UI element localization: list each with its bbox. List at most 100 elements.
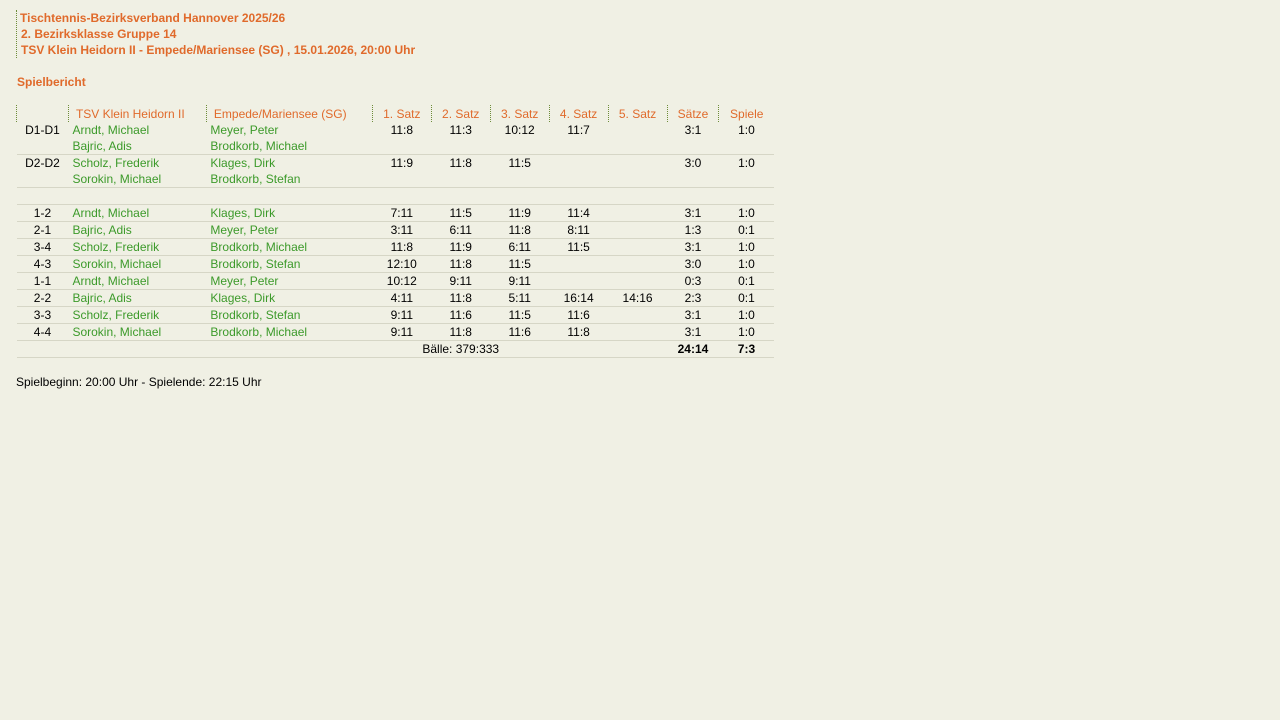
report-title: Spielbericht — [17, 75, 86, 89]
set4-cell: 8:11 — [549, 221, 609, 239]
league-title: 2. Bezirksklasse Gruppe 14 — [21, 27, 177, 41]
set2-cell: 11:3 — [449, 123, 472, 137]
spiele-total: 7:3 — [718, 340, 774, 358]
match-title: TSV Klein Heidorn II - Empede/Mariensee … — [21, 43, 416, 57]
spiele-cell: 1:0 — [718, 255, 774, 273]
guest-player-link[interactable]: Brodkorb, Michael — [206, 323, 373, 341]
home-player-link[interactable]: Scholz, Frederik — [68, 238, 207, 256]
pos-cell: 4-3 — [16, 255, 69, 273]
spiele-cell: 1:0 — [718, 238, 774, 256]
table-row: D2-D2 Scholz, Frederik Klages, Dirk 11:9… — [17, 155, 775, 172]
pos-cell: 4-4 — [16, 323, 69, 341]
home-player-link[interactable]: Sorokin, Michael — [68, 255, 207, 273]
set5-cell — [608, 155, 667, 172]
saetze-cell: 2:3 — [667, 289, 719, 307]
guest-player-link[interactable]: Brodkorb, Michael — [206, 138, 373, 155]
set2-cell: 11:8 — [431, 323, 491, 341]
guest-player-link[interactable]: Brodkorb, Stefan — [206, 255, 373, 273]
set3-cell: 11:6 — [490, 323, 550, 341]
saetze-cell: 1:3 — [667, 221, 719, 239]
set1-cell: 9:11 — [372, 306, 432, 324]
col-header-spiele: Spiele — [718, 105, 774, 122]
set1-cell: 11:9 — [390, 156, 414, 170]
pos-cell: D1-D1 — [25, 123, 60, 137]
set3-cell: 11:8 — [490, 221, 550, 239]
set4-cell — [549, 272, 609, 290]
set1-cell: 4:11 — [372, 289, 432, 307]
table-row: 2-1 Bajric, Adis Meyer, Peter 3:11 6:11 11:8 8… — [16, 221, 774, 239]
col-header-set5: 5. Satz — [607, 105, 668, 122]
set4-cell — [549, 255, 609, 273]
set5-cell — [608, 122, 667, 138]
table-row: 4-4 Sorokin, Michael Brodkorb, Michael 9:11… — [16, 323, 774, 341]
set1-cell: 11:8 — [390, 123, 414, 137]
pos-cell: 2-1 — [16, 221, 69, 239]
set5-cell — [608, 221, 668, 239]
home-player-link[interactable]: Bajric, Adis — [68, 138, 207, 155]
set5-cell — [608, 255, 668, 273]
set2-cell: 11:8 — [449, 156, 472, 170]
match-times: Spielbeginn: 20:00 Uhr - Spielende: 22:1… — [16, 375, 262, 389]
set3-cell: 11:5 — [490, 255, 550, 273]
set4-cell: 11:4 — [549, 204, 609, 222]
home-player-link[interactable]: Bajric, Adis — [68, 289, 207, 307]
spiele-cell: 1:0 — [738, 123, 755, 137]
col-header-set1: 1. Satz — [371, 105, 432, 122]
home-player-link[interactable]: Scholz, Frederik — [68, 306, 207, 324]
table-row: D1-D1 Arndt, Michael Meyer, Peter 11:8 1… — [17, 122, 775, 138]
home-player-link[interactable]: Bajric, Adis — [68, 221, 207, 239]
summary-row: Bälle: 379:333 24:14 7:3 — [16, 340, 774, 358]
set2-cell: 6:11 — [431, 221, 491, 239]
set3-cell: 10:12 — [504, 123, 535, 137]
saetze-cell: 3:1 — [667, 306, 719, 324]
set1-cell: 3:11 — [372, 221, 432, 239]
spacer-row — [16, 187, 774, 205]
set4-cell: 11:8 — [549, 323, 609, 341]
spiele-cell: 0:1 — [718, 289, 774, 307]
table-row: 1-2 Arndt, Michael Klages, Dirk 7:11 11:5 11:… — [16, 204, 774, 222]
col-header-pos — [16, 105, 69, 122]
saetze-cell: 3:1 — [684, 123, 702, 137]
guest-player-link[interactable]: Meyer, Peter — [206, 272, 373, 290]
table-header-row: TSV Klein Heidorn II Empede/Mariensee (S… — [16, 105, 774, 122]
table-row: 4-3 Sorokin, Michael Brodkorb, Stefan 12:10… — [16, 255, 774, 273]
home-player-link[interactable]: Arndt, Michael — [68, 204, 207, 222]
col-header-home: TSV Klein Heidorn II — [67, 105, 207, 122]
set5-cell — [608, 323, 668, 341]
saetze-cell: 3:1 — [667, 204, 719, 222]
guest-player-link[interactable]: Meyer, Peter — [206, 221, 373, 239]
set2-cell: 11:5 — [431, 204, 491, 222]
home-player-link[interactable]: Arndt, Michael — [68, 272, 207, 290]
set2-cell: 11:8 — [431, 289, 491, 307]
home-player-link[interactable]: Sorokin, Michael — [68, 323, 207, 341]
table-row: Sorokin, Michael Brodkorb, Stefan — [16, 171, 774, 188]
set1-cell: 11:8 — [372, 238, 432, 256]
set5-cell — [608, 306, 668, 324]
set3-cell: 11:5 — [508, 156, 531, 170]
spiele-cell: 1:0 — [718, 323, 774, 341]
home-player-link[interactable]: Sorokin, Michael — [68, 171, 207, 188]
table-row: Bajric, Adis Brodkorb, Michael — [16, 138, 774, 155]
guest-player-link[interactable]: Meyer, Peter — [206, 122, 372, 138]
guest-player-link[interactable]: Brodkorb, Stefan — [206, 306, 373, 324]
set5-cell: 14:16 — [608, 289, 668, 307]
set2-cell: 9:11 — [431, 272, 491, 290]
home-player-link[interactable]: Scholz, Frederik — [68, 155, 206, 172]
home-player-link[interactable]: Arndt, Michael — [68, 122, 206, 138]
col-header-guest: Empede/Mariensee (SG) — [205, 105, 373, 122]
table-row: 1-1 Arndt, Michael Meyer, Peter 10:12 9:11 9:… — [16, 272, 774, 290]
pos-cell: 3-4 — [16, 238, 69, 256]
guest-player-link[interactable]: Klages, Dirk — [206, 289, 373, 307]
guest-player-link[interactable]: Klages, Dirk — [206, 204, 373, 222]
set3-cell: 11:9 — [490, 204, 550, 222]
spiele-cell: 1:0 — [718, 204, 774, 222]
guest-player-link[interactable]: Brodkorb, Stefan — [206, 171, 373, 188]
guest-player-link[interactable]: Klages, Dirk — [206, 155, 372, 172]
results-table: TSV Klein Heidorn II Empede/Mariensee (S… — [16, 105, 774, 358]
col-header-saetze: Sätze — [666, 105, 719, 122]
guest-player-link[interactable]: Brodkorb, Michael — [206, 238, 373, 256]
col-header-set4: 4. Satz — [548, 105, 609, 122]
set2-cell: 11:8 — [431, 255, 491, 273]
set3-cell: 5:11 — [490, 289, 550, 307]
pos-cell: 1-1 — [16, 272, 69, 290]
